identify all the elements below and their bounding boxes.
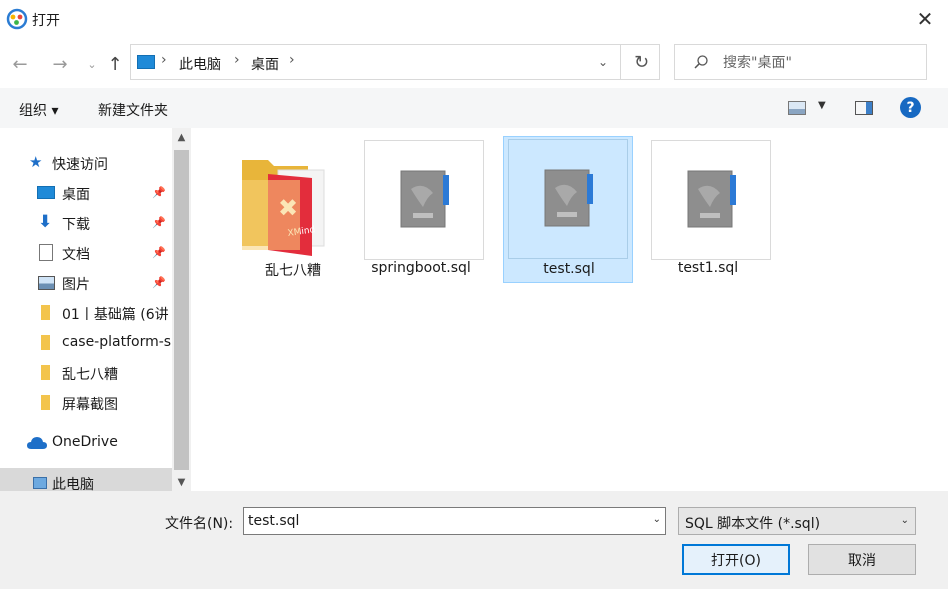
- search-box[interactable]: [674, 44, 927, 80]
- up-arrow-icon[interactable]: ↑: [103, 52, 127, 76]
- command-toolbar: 组织 ▾ 新建文件夹 ▼ ?: [0, 88, 948, 128]
- sidebar-item-folder[interactable]: 屏幕截图: [0, 388, 172, 418]
- sql-file-icon: [544, 169, 593, 227]
- desktop-icon: [37, 186, 55, 199]
- refresh-icon[interactable]: ↻: [620, 44, 662, 80]
- picture-icon: [38, 276, 55, 290]
- sql-file-icon: [687, 170, 736, 228]
- search-input[interactable]: [723, 53, 913, 73]
- file-name: 乱七八糟: [265, 263, 321, 279]
- pin-icon[interactable]: 📌: [152, 186, 166, 199]
- back-arrow-icon[interactable]: ←: [8, 52, 32, 76]
- scroll-up-icon[interactable]: ▲: [172, 128, 191, 146]
- window-title: 打开: [32, 13, 60, 29]
- file-tile[interactable]: ✖ XMind 乱七八糟: [230, 138, 356, 282]
- dialog-footer: 文件名(N): ⌄ SQL 脚本文件 (*.sql) ⌄ 打开(O) 取消: [0, 491, 948, 589]
- forward-arrow-icon[interactable]: →: [48, 52, 72, 76]
- file-tile[interactable]: test1.sql: [643, 138, 773, 282]
- scroll-down-icon[interactable]: ▼: [172, 473, 191, 491]
- sidebar-item-this-pc[interactable]: 此电脑: [0, 468, 172, 491]
- help-icon[interactable]: ?: [900, 97, 921, 118]
- file-thumbnail: [508, 139, 628, 259]
- address-dropdown-chevron-icon[interactable]: ⌄: [593, 51, 613, 73]
- file-list-view[interactable]: ✖ XMind 乱七八糟 springboot.sql te: [191, 128, 948, 491]
- breadcrumb-chevron-icon[interactable]: ›: [289, 52, 295, 68]
- sidebar-item-quick-access[interactable]: ★ 快速访问: [0, 148, 172, 178]
- cancel-button[interactable]: 取消: [808, 544, 916, 575]
- file-name: test1.sql: [677, 260, 739, 276]
- sidebar-item-documents[interactable]: 文档 📌: [0, 238, 172, 268]
- preview-pane-icon[interactable]: [855, 101, 873, 115]
- file-name: springboot.sql: [371, 260, 471, 276]
- file-name: test.sql: [543, 261, 595, 277]
- sidebar-item-onedrive[interactable]: OneDrive: [0, 428, 172, 458]
- sidebar-item-pictures[interactable]: 图片 📌: [0, 268, 172, 298]
- breadcrumb-chevron-icon[interactable]: ›: [161, 52, 167, 68]
- open-button[interactable]: 打开(O): [682, 544, 790, 575]
- breadcrumb-this-pc[interactable]: 此电脑: [179, 54, 221, 74]
- filename-combobox[interactable]: ⌄: [243, 507, 666, 535]
- document-icon: [39, 244, 53, 261]
- file-thumbnail: [651, 140, 771, 260]
- folder-icon: [41, 395, 50, 410]
- xmind-folder-icon: ✖ XMind: [242, 160, 325, 256]
- sidebar-item-folder[interactable]: 01丨基础篇 (6讲: [0, 298, 172, 328]
- sql-file-icon: [400, 170, 449, 228]
- view-mode-chevron-icon[interactable]: ▼: [818, 100, 826, 111]
- recent-locations-chevron-icon[interactable]: ⌄: [80, 52, 104, 76]
- sidebar-item-folder[interactable]: case-platform-s: [0, 328, 172, 358]
- filename-label: 文件名(N):: [165, 516, 234, 532]
- close-icon[interactable]: ✕: [902, 0, 948, 38]
- file-type-select[interactable]: SQL 脚本文件 (*.sql) ⌄: [678, 507, 916, 535]
- download-icon: ⬇: [38, 212, 53, 232]
- chevron-down-icon[interactable]: ⌄: [653, 514, 661, 525]
- folder-icon: [41, 305, 50, 320]
- view-mode-icon[interactable]: [788, 101, 806, 115]
- sidebar-item-downloads[interactable]: ⬇ 下载 📌: [0, 208, 172, 238]
- new-folder-button[interactable]: 新建文件夹: [98, 100, 168, 120]
- address-bar[interactable]: › 此电脑 › 桌面 › ⌄ ↻: [130, 44, 660, 80]
- pin-icon[interactable]: 📌: [152, 216, 166, 229]
- organize-menu[interactable]: 组织 ▾: [19, 100, 58, 120]
- folder-icon: [41, 365, 50, 380]
- file-type-value: SQL 脚本文件 (*.sql): [685, 516, 821, 532]
- pin-icon[interactable]: 📌: [152, 246, 166, 259]
- file-thumbnail: [364, 140, 484, 260]
- computer-icon: [137, 55, 155, 69]
- folder-icon: [41, 335, 50, 350]
- title-bar: 打开 ✕: [0, 0, 948, 38]
- file-tile-selected[interactable]: test.sql: [503, 136, 633, 283]
- scrollbar-thumb[interactable]: [174, 150, 189, 470]
- app-icon: [6, 8, 28, 30]
- breadcrumb-desktop[interactable]: 桌面: [251, 54, 279, 74]
- search-icon: [694, 55, 708, 69]
- navigation-bar: ← → ⌄ ↑ › 此电脑 › 桌面 › ⌄ ↻: [0, 38, 948, 88]
- breadcrumb-chevron-icon[interactable]: ›: [234, 52, 240, 68]
- pin-icon[interactable]: 📌: [152, 276, 166, 289]
- computer-icon: [33, 477, 47, 489]
- chevron-down-icon[interactable]: ⌄: [901, 515, 909, 526]
- navigation-pane[interactable]: ★ 快速访问 桌面 📌 ⬇ 下载 📌 文档 📌 图片 📌 01丨基础篇 (6讲 …: [0, 128, 172, 491]
- sidebar-item-desktop[interactable]: 桌面 📌: [0, 178, 172, 208]
- sidebar-item-folder[interactable]: 乱七八糟: [0, 358, 172, 388]
- filename-input[interactable]: [248, 511, 638, 531]
- sidebar-scrollbar[interactable]: ▲ ▼: [172, 128, 191, 491]
- file-tile[interactable]: springboot.sql: [356, 138, 486, 282]
- cloud-icon: [27, 437, 47, 449]
- star-icon: ★: [29, 153, 43, 171]
